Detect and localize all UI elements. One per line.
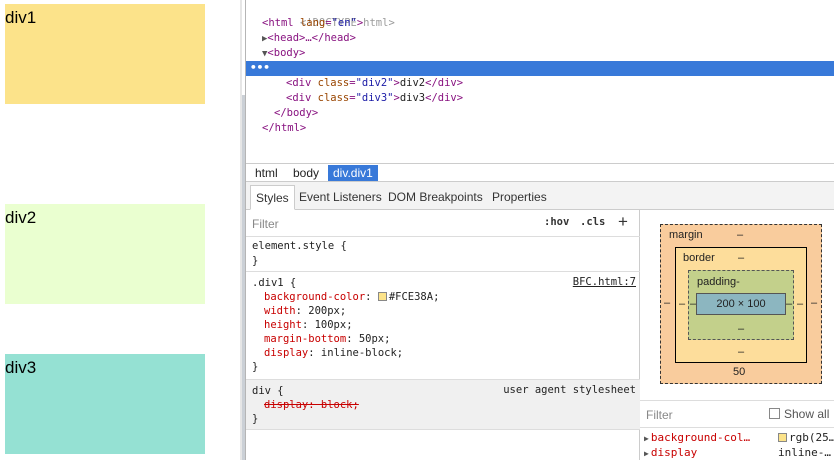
element-style-selector[interactable]: element.style { bbox=[252, 239, 347, 253]
border-label: border bbox=[683, 252, 715, 264]
div2-label: div2 bbox=[5, 208, 37, 227]
margin-label: margin bbox=[669, 229, 703, 241]
ua-stylesheet-label: user agent stylesheet bbox=[503, 384, 636, 396]
ua-rule-close: } bbox=[252, 413, 259, 425]
element-style-close: } bbox=[252, 255, 259, 267]
dom-div1-selected[interactable]: ••• <div class="div1">div1</div> == $0 bbox=[246, 60, 834, 104]
div3-box: div3 bbox=[5, 354, 205, 454]
border-right-value[interactable]: – bbox=[797, 298, 803, 310]
expand-triangle-icon[interactable]: ▶ bbox=[644, 449, 649, 458]
prop-width[interactable]: width: 200px; bbox=[264, 304, 346, 318]
computed-filter-row: Filter Show all bbox=[640, 400, 834, 428]
ua-prop-display[interactable]: display: block; bbox=[264, 398, 359, 412]
show-all-checkbox[interactable]: Show all bbox=[769, 407, 829, 421]
margin-left-value[interactable]: – bbox=[664, 297, 670, 309]
ua-rule-selector[interactable]: div { bbox=[252, 384, 284, 398]
padding-right-value[interactable]: – bbox=[786, 298, 792, 310]
box-model-border[interactable]: border – – – – padding- – – – 200 × 100 bbox=[675, 247, 807, 363]
div1-rule-close: } bbox=[252, 361, 259, 373]
div1-rule-selector[interactable]: .div1 { bbox=[252, 276, 296, 290]
breadcrumb: html body div.div1 bbox=[246, 163, 834, 182]
margin-right-value[interactable]: – bbox=[811, 297, 817, 309]
new-style-rule-icon[interactable]: + bbox=[618, 212, 628, 232]
computed-background-color[interactable]: ▶ background-col… rgb(25… bbox=[644, 430, 834, 445]
color-swatch-icon[interactable] bbox=[778, 433, 787, 442]
dom-body-close[interactable]: </body> bbox=[274, 106, 834, 121]
tab-properties[interactable]: Properties bbox=[487, 185, 552, 210]
box-model-content[interactable]: 200 × 100 bbox=[696, 293, 786, 315]
hov-toggle[interactable]: :hov bbox=[544, 216, 569, 228]
border-left-value[interactable]: – bbox=[679, 298, 685, 310]
cls-toggle[interactable]: .cls bbox=[580, 216, 605, 228]
div1-rule: .div1 { BFC.html:7 background-color: #FC… bbox=[246, 272, 640, 380]
dom-div2[interactable]: <div class="div2">div2</div> bbox=[286, 76, 834, 91]
padding-label: padding- bbox=[697, 276, 740, 288]
computed-filter-input[interactable]: Filter bbox=[646, 408, 673, 422]
margin-bottom-value[interactable]: 50 bbox=[733, 366, 745, 378]
div1-label: div1 bbox=[5, 8, 37, 27]
box-model-margin[interactable]: margin – – – 50 border – – – – padding- … bbox=[660, 224, 822, 384]
dom-head[interactable]: ▶<head>…</head> bbox=[262, 31, 834, 46]
border-top-value[interactable]: – bbox=[738, 252, 744, 264]
div1-rule-source-link[interactable]: BFC.html:7 bbox=[573, 276, 636, 288]
box-model-padding[interactable]: padding- – – – 200 × 100 bbox=[688, 270, 794, 340]
expand-triangle-icon[interactable]: ▶ bbox=[644, 434, 649, 443]
border-bottom-value[interactable]: – bbox=[738, 346, 744, 358]
div3-label: div3 bbox=[5, 358, 37, 377]
computed-pane: margin – – – 50 border – – – – padding- … bbox=[640, 210, 834, 460]
div2-box: div2 bbox=[5, 204, 205, 304]
padding-bottom-value[interactable]: – bbox=[738, 323, 744, 335]
prop-margin-bottom[interactable]: margin-bottom: 50px; bbox=[264, 332, 390, 346]
prop-height[interactable]: height: 100px; bbox=[264, 318, 353, 332]
tab-event-listeners[interactable]: Event Listeners bbox=[294, 185, 387, 210]
dom-div3[interactable]: <div class="div3">div3</div> bbox=[286, 91, 834, 106]
dom-body-open[interactable]: ▼<body> bbox=[262, 46, 834, 61]
breadcrumb-html[interactable]: html bbox=[250, 165, 283, 181]
more-options-icon[interactable]: ••• bbox=[250, 60, 270, 75]
tab-styles[interactable]: Styles bbox=[250, 185, 295, 210]
element-style-rule: element.style { } bbox=[246, 237, 640, 272]
color-swatch-icon[interactable] bbox=[377, 292, 387, 301]
div1-box: div1 bbox=[5, 4, 205, 104]
margin-top-value[interactable]: – bbox=[737, 229, 743, 241]
ua-div-rule: div { user agent stylesheet display: blo… bbox=[246, 380, 640, 430]
prop-background-color[interactable]: background-color: #FCE38A; bbox=[264, 290, 439, 304]
styles-filter-row: Filter :hov .cls + bbox=[246, 210, 640, 237]
computed-display[interactable]: ▶ display inline-… bbox=[644, 445, 834, 460]
breadcrumb-div-div1[interactable]: div.div1 bbox=[328, 165, 378, 181]
tab-dom-breakpoints[interactable]: DOM Breakpoints bbox=[383, 185, 488, 210]
prop-display[interactable]: display: inline-block; bbox=[264, 346, 403, 360]
styles-pane: Filter :hov .cls + element.style { } .di… bbox=[246, 210, 640, 460]
devtools-panel: <!DOCTYPE html> <html lang="en"> ▶<head>… bbox=[245, 0, 834, 460]
dom-html-open[interactable]: <html lang="en"> bbox=[262, 16, 834, 31]
dom-doctype[interactable]: <!DOCTYPE html> bbox=[262, 1, 834, 29]
dom-tree: <!DOCTYPE html> <html lang="en"> ▶<head>… bbox=[246, 0, 834, 163]
styles-filter-input[interactable]: Filter bbox=[252, 217, 279, 231]
checkbox-icon[interactable] bbox=[769, 408, 780, 419]
breadcrumb-body[interactable]: body bbox=[288, 165, 324, 181]
sidebar-tabs: Styles Event Listeners DOM Breakpoints P… bbox=[246, 182, 834, 210]
dom-html-close[interactable]: </html> bbox=[262, 121, 834, 136]
